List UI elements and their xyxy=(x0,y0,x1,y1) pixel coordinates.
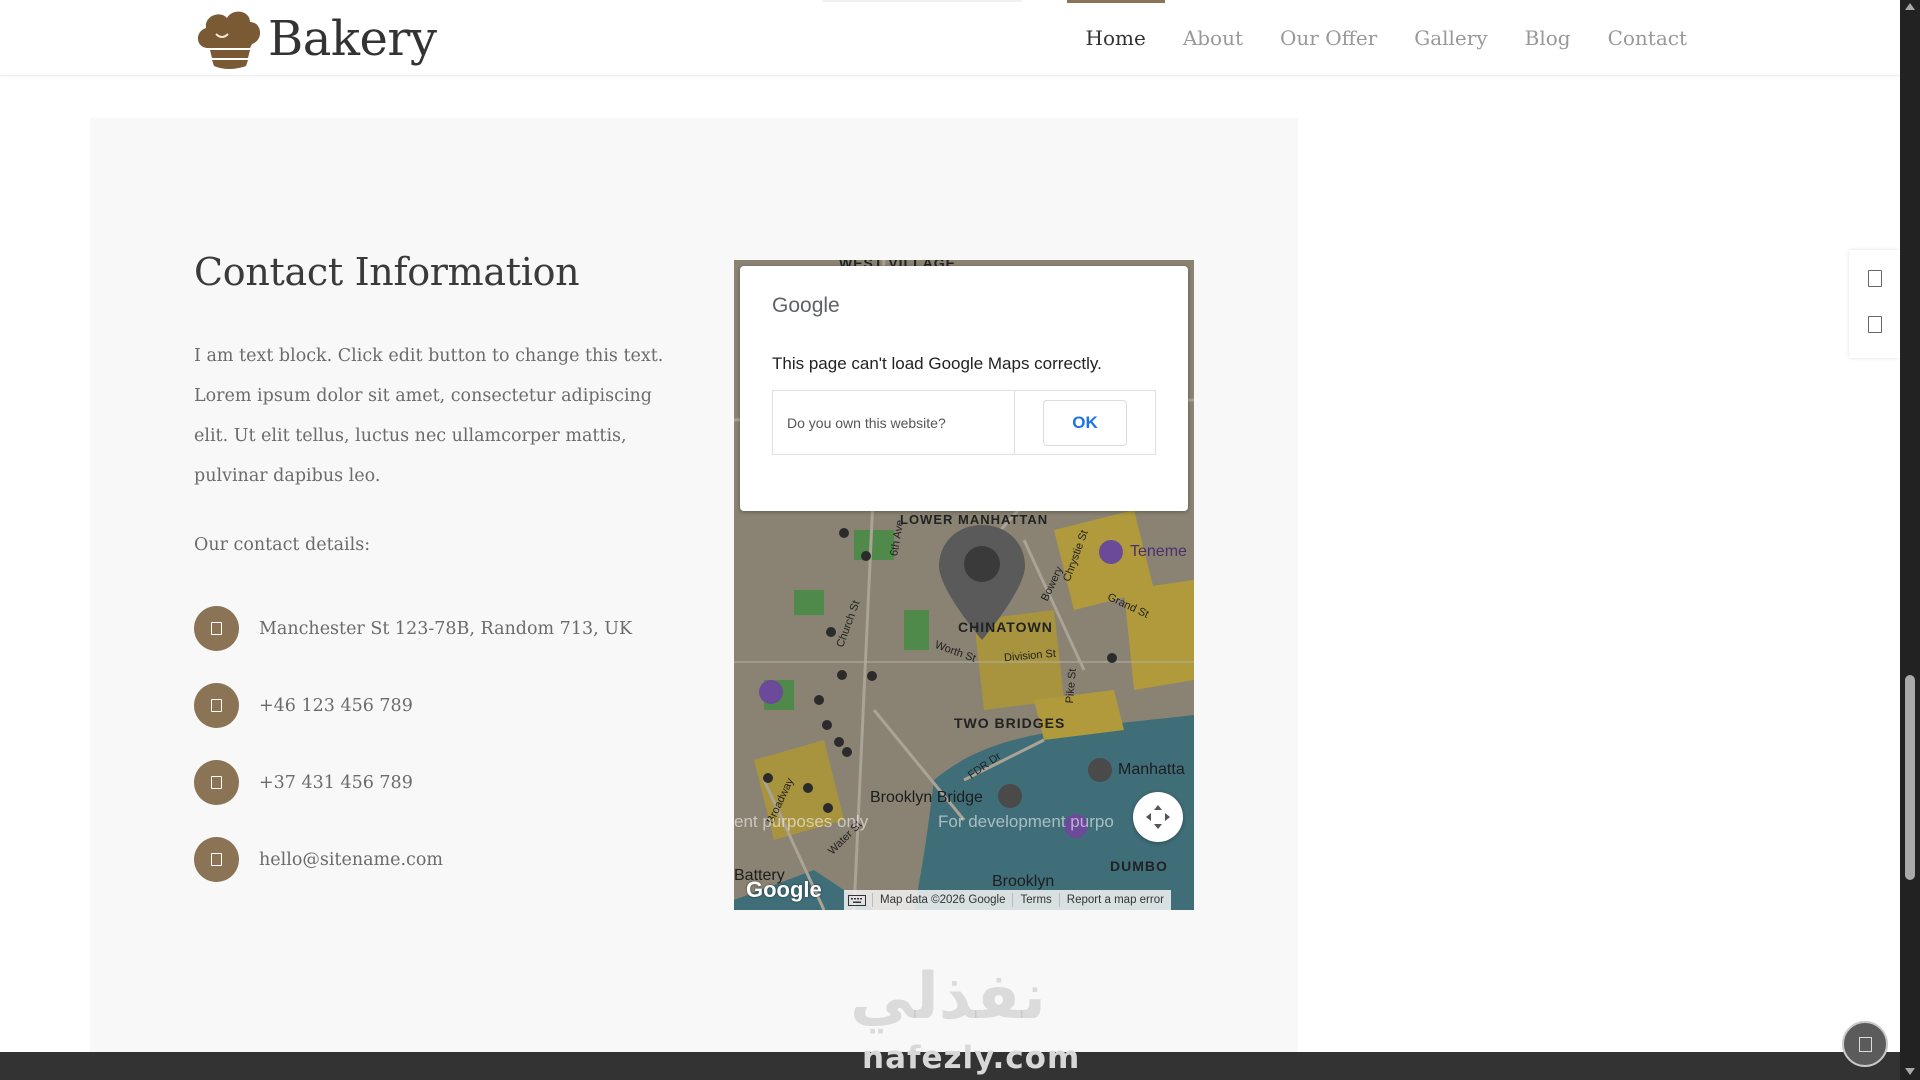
map-label-dumbo: DUMBO xyxy=(1110,858,1168,874)
watermark-latin: nafezly.com xyxy=(862,1040,1081,1076)
nav-gallery[interactable]: Gallery xyxy=(1414,0,1487,76)
email-text[interactable]: hello@sitename.com xyxy=(259,850,443,870)
envelope-icon xyxy=(194,837,239,882)
mobile-text: +37 431 456 789 xyxy=(259,772,413,793)
dialog-message: This page can't load Google Maps correct… xyxy=(772,354,1102,373)
map-label-lower-manhattan: LOWER MANHATTAN xyxy=(900,512,1049,527)
scrollbar-thumb[interactable] xyxy=(1905,675,1915,880)
map-marker-icon xyxy=(194,606,239,651)
map-camera-control[interactable] xyxy=(1133,792,1183,842)
address-text: Manchester St 123-78B, Random 713, UK xyxy=(259,618,633,639)
map-data-credit: Map data ©2026 Google xyxy=(872,893,1012,907)
map-attribution: Map data ©2026 Google Terms Report a map… xyxy=(844,890,1171,910)
arrow-up-icon xyxy=(1858,1036,1872,1052)
map-label-brooklyn-bridge: Brooklyn Bridge xyxy=(870,789,983,806)
google-map-logo: Google xyxy=(746,877,822,902)
mobile-phone-icon xyxy=(194,760,239,805)
share-icon[interactable] xyxy=(1868,270,1882,287)
contact-title: Contact Information xyxy=(194,250,580,294)
nav-blog[interactable]: Blog xyxy=(1525,0,1571,76)
map-label-two-bridges: TWO BRIDGES xyxy=(954,715,1066,731)
page-scrollbar[interactable] xyxy=(1900,0,1920,1080)
contact-mobile: +37 431 456 789 xyxy=(194,760,413,805)
google-map[interactable]: WEST VILLAGE LOWER MANHATTAN CHINATOWN T… xyxy=(734,260,1194,910)
nav-our-offer[interactable]: Our Offer xyxy=(1280,0,1377,76)
contact-email: hello@sitename.com xyxy=(194,837,443,882)
map-report-error-link[interactable]: Report a map error xyxy=(1058,893,1171,907)
phone-text: +46 123 456 789 xyxy=(259,695,413,716)
site-header: Bakery Home About Our Offer Gallery Blog… xyxy=(0,0,1900,76)
contact-details-heading: Our contact details: xyxy=(194,535,371,555)
dialog-question: Do you own this website? xyxy=(773,391,1015,454)
site-logo[interactable]: Bakery xyxy=(194,8,437,70)
map-label-chinatown: CHINATOWN xyxy=(958,619,1053,635)
nav-about[interactable]: About xyxy=(1183,0,1243,76)
watermark-arabic: نفذلي xyxy=(850,960,1046,1034)
main-nav: Home About Our Offer Gallery Blog Contac… xyxy=(1049,0,1687,76)
map-label-tenement: Teneme xyxy=(1130,543,1187,560)
contact-address: Manchester St 123-78B, Random 713, UK xyxy=(194,606,632,651)
map-terms-link[interactable]: Terms xyxy=(1012,893,1058,907)
nav-home[interactable]: Home xyxy=(1066,0,1166,76)
dialog-action-box: Do you own this website? OK xyxy=(772,390,1156,455)
chef-hat-icon xyxy=(197,11,261,69)
scroll-up-arrow-icon[interactable] xyxy=(1905,3,1915,10)
map-label-manhatta: Manhatta xyxy=(1118,761,1185,778)
contact-description: I am text block. Click edit button to ch… xyxy=(194,346,664,486)
scroll-down-arrow-icon[interactable] xyxy=(1905,1068,1915,1075)
map-label-brooklyn: Brooklyn xyxy=(992,873,1055,890)
floating-side-panel xyxy=(1849,250,1900,358)
contact-phone: +46 123 456 789 xyxy=(194,683,413,728)
header-accent-line xyxy=(822,0,1022,2)
dialog-ok-button[interactable]: OK xyxy=(1043,399,1127,446)
cart-icon[interactable] xyxy=(1868,316,1882,333)
keyboard-icon[interactable] xyxy=(844,894,872,906)
move-arrows-icon xyxy=(1146,805,1170,829)
scroll-to-top-button[interactable] xyxy=(1842,1021,1888,1067)
map-dev-notice-left: ent purposes only xyxy=(734,812,869,831)
brand-name: Bakery xyxy=(268,11,437,67)
nav-contact[interactable]: Contact xyxy=(1608,0,1687,76)
dialog-google-brand: Google xyxy=(772,294,840,317)
map-dev-notice-right: For development purpo xyxy=(938,812,1114,831)
phone-icon xyxy=(194,683,239,728)
maps-error-dialog: Google This page can't load Google Maps … xyxy=(740,266,1188,511)
